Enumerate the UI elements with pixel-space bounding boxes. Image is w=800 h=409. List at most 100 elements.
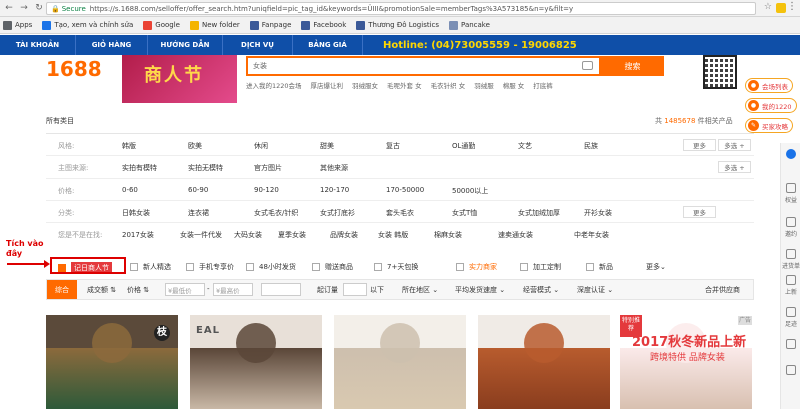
promo-title[interactable]: 2017秋冬新品上新 xyxy=(632,331,746,350)
bookmark-item[interactable]: Facebook xyxy=(301,20,346,30)
search-button[interactable]: 搜索 xyxy=(601,56,664,76)
breadcrumb[interactable]: 所有类目 xyxy=(46,116,74,126)
filter-option[interactable]: 大码女装 xyxy=(234,230,262,240)
feature-checkbox[interactable]: 加工定制 xyxy=(520,262,561,272)
merge-suppliers[interactable]: 合并供应商 xyxy=(705,285,740,295)
product-image[interactable] xyxy=(236,323,276,363)
pill-venue-list[interactable]: ● 会场列表 xyxy=(745,78,793,93)
sidebar-item[interactable] xyxy=(781,365,800,377)
checkbox-icon[interactable] xyxy=(130,263,138,271)
promo-subtitle[interactable]: 跨境特供 品牌女装 xyxy=(650,350,725,363)
hot-keyword[interactable]: 羽绒服 xyxy=(474,80,494,90)
product-image[interactable] xyxy=(380,323,420,363)
filter-option[interactable]: 女装 韩版 xyxy=(378,230,408,240)
feature-checkbox[interactable]: 7+天包换 xyxy=(374,262,418,272)
filter-option[interactable]: 女式T恤 xyxy=(452,208,477,218)
site-logo[interactable]: 1688 xyxy=(46,57,102,81)
checkbox-icon[interactable] xyxy=(374,263,382,271)
business-mode-dropdown[interactable]: 经营模式 ⌄ xyxy=(523,285,559,295)
filter-option[interactable]: 女装一件代发 xyxy=(180,230,222,240)
filter-option[interactable]: OL通勤 xyxy=(452,141,475,151)
nav-pricing[interactable]: BẢNG GIÁ xyxy=(293,35,363,55)
bookmark-item[interactable]: Apps xyxy=(3,20,32,30)
filter-option[interactable]: 60-90 xyxy=(188,186,208,194)
filter-option[interactable]: 日韩女装 xyxy=(122,208,150,218)
filter-multiselect-button[interactable]: 多选 + xyxy=(718,139,751,151)
nav-cart[interactable]: GIỎ HÀNG xyxy=(76,35,148,55)
bookmark-item[interactable]: New folder xyxy=(189,20,240,30)
sidebar-item[interactable]: 邀约 xyxy=(781,217,800,238)
checkbox-icon[interactable] xyxy=(312,263,320,271)
filter-option[interactable]: 文艺 xyxy=(518,141,532,151)
nav-guide[interactable]: HƯỚNG DẪN xyxy=(148,35,223,55)
nav-account[interactable]: TÀI KHOẢN xyxy=(0,35,76,55)
checkbox-icon[interactable] xyxy=(520,263,528,271)
filter-option[interactable]: 品牌女装 xyxy=(330,230,358,240)
bookmark-item[interactable]: Fanpage xyxy=(249,20,291,30)
filter-option[interactable]: 女式加绒加厚 xyxy=(518,208,560,218)
filter-option[interactable]: 甜美 xyxy=(320,141,334,151)
filter-option[interactable]: 套头毛衣 xyxy=(386,208,414,218)
hot-keyword[interactable]: 厚店爆让利 xyxy=(311,80,344,90)
sidebar-item[interactable]: 足迹 xyxy=(781,307,800,328)
filter-option[interactable]: 90-120 xyxy=(254,186,279,194)
price-max-input[interactable]: ¥最高价 xyxy=(213,283,253,296)
filter-option[interactable]: 开衫女装 xyxy=(584,208,612,218)
address-bar[interactable]: 🔒 Secure https://s.1688.com/selloffer/of… xyxy=(46,2,756,15)
filter-option[interactable]: 实拍有模特 xyxy=(122,163,157,173)
bookmark-star-icon[interactable]: ☆ xyxy=(764,2,772,12)
feature-checkbox[interactable]: 新人精选 xyxy=(130,262,171,272)
product-card[interactable]: 枝 xyxy=(46,315,178,409)
filter-option[interactable]: 实拍无模特 xyxy=(188,163,223,173)
back-icon[interactable]: ← xyxy=(3,2,15,14)
filter-option[interactable]: 女式毛衣/针织 xyxy=(254,208,298,218)
product-image[interactable] xyxy=(524,323,564,363)
browser-menu-icon[interactable]: ⋮ xyxy=(787,1,797,12)
bookmark-item[interactable]: Thương Đô Logistics xyxy=(356,20,439,30)
hot-keyword[interactable]: 棉服 女 xyxy=(503,80,525,90)
filter-option[interactable]: 官方图片 xyxy=(254,163,282,173)
product-card[interactable] xyxy=(478,315,610,409)
moq-input[interactable] xyxy=(343,283,367,296)
festival-banner[interactable]: 商人节 xyxy=(122,55,237,103)
sort-comprehensive[interactable]: 综合 xyxy=(47,280,77,299)
checkbox-icon[interactable] xyxy=(246,263,254,271)
filter-option[interactable]: 夏季女装 xyxy=(278,230,306,240)
camera-icon[interactable] xyxy=(582,61,593,70)
search-input[interactable]: 女装 xyxy=(246,56,601,76)
sort-sales[interactable]: 成交额 ⇅ xyxy=(87,285,116,295)
reload-icon[interactable]: ↻ xyxy=(33,2,45,14)
sidebar-item[interactable] xyxy=(781,339,800,351)
bookmark-item[interactable]: Pancake xyxy=(449,20,490,30)
filter-option[interactable]: 女式打底衫 xyxy=(320,208,355,218)
region-dropdown[interactable]: 所在地区 ⌄ xyxy=(402,285,438,295)
filter-multiselect-button[interactable]: 多选 + xyxy=(718,161,751,174)
hot-keyword[interactable]: 毛呢外套 女 xyxy=(387,80,422,90)
bookmark-item[interactable]: Tạo, xem và chỉnh sửa xyxy=(42,20,133,30)
filter-option[interactable]: 连衣裙 xyxy=(188,208,209,218)
filter-more-button[interactable]: 更多 xyxy=(683,205,716,218)
product-image[interactable] xyxy=(92,323,132,363)
sort-price[interactable]: 价格 ⇅ xyxy=(127,285,149,295)
filter-option[interactable]: 休闲 xyxy=(254,141,268,151)
filter-option[interactable]: 170-50000 xyxy=(386,186,424,194)
bookmark-item[interactable]: Google xyxy=(143,20,180,30)
feature-checkbox[interactable]: 手机专享价 xyxy=(186,262,234,272)
hot-keyword[interactable]: 打底裤 xyxy=(533,80,553,90)
extension-icon[interactable] xyxy=(776,3,786,13)
hot-keyword[interactable]: 羽绒服女 xyxy=(352,80,378,90)
filter-more-button[interactable]: 更多 xyxy=(683,139,716,151)
price-range-slider[interactable] xyxy=(261,283,301,296)
sidebar-item[interactable]: 进货单 xyxy=(781,249,800,270)
filter-option[interactable]: 0-60 xyxy=(122,186,138,194)
hot-keyword[interactable]: 毛衣针织 女 xyxy=(431,80,466,90)
filter-option[interactable]: 韩版 xyxy=(122,141,136,151)
nav-services[interactable]: DỊCH VỤ xyxy=(223,35,293,55)
filter-option[interactable]: 复古 xyxy=(386,141,400,151)
pill-buyer-guide[interactable]: ✎ 买家攻略 xyxy=(745,118,793,133)
filter-option[interactable]: 120-170 xyxy=(320,186,349,194)
filter-option[interactable]: 民族 xyxy=(584,141,598,151)
filter-option[interactable]: 棉麻女装 xyxy=(434,230,462,240)
checkbox-icon[interactable] xyxy=(586,263,594,271)
feature-checkbox[interactable]: 新品 xyxy=(586,262,613,272)
